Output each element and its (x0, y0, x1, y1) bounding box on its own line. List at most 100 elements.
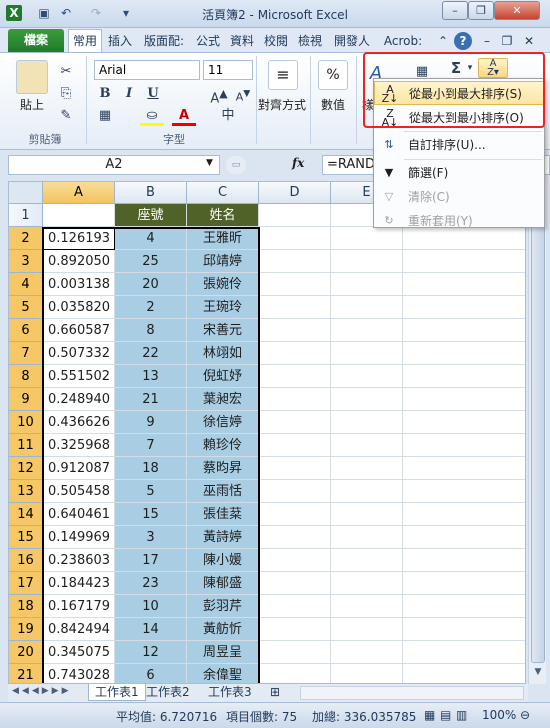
insert-function-button[interactable]: fx (292, 156, 314, 170)
sheet-nav-icon[interactable]: ◀◀◀▶▶▶ (12, 686, 72, 696)
cell-b[interactable]: 18 (115, 457, 187, 480)
cell-c[interactable]: 彭羽芹 (187, 595, 259, 618)
cell-f[interactable] (403, 365, 525, 388)
cell-b[interactable]: 17 (115, 549, 187, 572)
cell-d[interactable] (259, 365, 331, 388)
cell-d[interactable] (259, 595, 331, 618)
cell-b[interactable]: 25 (115, 250, 187, 273)
cell-a[interactable]: 0.505458 (43, 480, 115, 503)
cell-d[interactable] (259, 250, 331, 273)
cell-c[interactable]: 倪虹妤 (187, 365, 259, 388)
alignment-icon[interactable]: ≡ (268, 60, 298, 90)
cell-a[interactable]: 0.507332 (43, 342, 115, 365)
insert-sheet-icon[interactable]: ⊞ (264, 684, 286, 701)
cell-f[interactable] (403, 641, 525, 664)
cell-b[interactable]: 22 (115, 342, 187, 365)
cell-b[interactable]: 8 (115, 319, 187, 342)
cell-f[interactable] (403, 296, 525, 319)
cell-b[interactable]: 3 (115, 526, 187, 549)
row-header[interactable]: 15 (9, 526, 43, 549)
scroll-thumb[interactable] (531, 203, 545, 663)
cell-b[interactable]: 21 (115, 388, 187, 411)
file-tab[interactable]: 檔案 (8, 29, 64, 52)
cell-e[interactable] (331, 480, 403, 503)
menu-item-custom-sort[interactable]: ⇅ 自訂排序(U)... (374, 133, 544, 157)
cut-icon[interactable]: ✂ (56, 62, 76, 82)
cell-f[interactable] (403, 618, 525, 641)
close-doc-icon[interactable]: ✕ (522, 31, 536, 51)
collapse-ribbon-icon[interactable]: ⌃ (436, 31, 450, 51)
cell-c[interactable]: 余偉聖 (187, 664, 259, 683)
cell-b[interactable]: 9 (115, 411, 187, 434)
vertical-scrollbar[interactable]: ▲ ▼ (528, 181, 546, 684)
row-header[interactable]: 18 (9, 595, 43, 618)
cell-b1-header[interactable]: 座號 (115, 204, 187, 227)
cell-b[interactable]: 20 (115, 273, 187, 296)
cell-c[interactable]: 宋善元 (187, 319, 259, 342)
cell-c[interactable]: 張佳棻 (187, 503, 259, 526)
row-header[interactable]: 17 (9, 572, 43, 595)
cell-f[interactable] (403, 664, 525, 683)
cell-a[interactable]: 0.743028 (43, 664, 115, 683)
zoom-level[interactable]: 100% (482, 708, 516, 722)
sheet-tab-3[interactable]: 工作表3 (202, 684, 258, 701)
bold-button[interactable]: B (94, 84, 116, 104)
cell-b[interactable]: 5 (115, 480, 187, 503)
menu-item-reapply[interactable]: ↻ 重新套用(Y) (374, 209, 544, 233)
cell-e[interactable] (331, 503, 403, 526)
tab-formulas[interactable]: 公式 (192, 31, 224, 51)
column-header-a[interactable]: A (43, 182, 115, 204)
cell-a[interactable]: 0.167179 (43, 595, 115, 618)
cell-a1[interactable] (43, 204, 115, 227)
cell-d[interactable] (259, 296, 331, 319)
underline-button[interactable]: U (142, 84, 164, 104)
cell-f[interactable] (403, 526, 525, 549)
tab-data[interactable]: 資料 (226, 31, 258, 51)
cell-d[interactable] (259, 273, 331, 296)
cell-d[interactable] (259, 480, 331, 503)
number-button-label[interactable]: 數值 (312, 96, 354, 113)
cell-c[interactable]: 陳小媛 (187, 549, 259, 572)
cell-c[interactable]: 蔡昀昇 (187, 457, 259, 480)
help-icon[interactable]: ? (454, 32, 472, 50)
page-break-view-icon[interactable]: ▥ (456, 708, 467, 722)
cell-e[interactable] (331, 434, 403, 457)
cell-e[interactable] (331, 273, 403, 296)
cell-d1[interactable] (259, 204, 331, 227)
page-layout-view-icon[interactable]: ▤ (440, 708, 451, 722)
font-name-combo[interactable]: Arial (94, 60, 200, 80)
cell-e[interactable] (331, 549, 403, 572)
cell-e[interactable] (331, 296, 403, 319)
horizontal-scrollbar[interactable] (300, 686, 524, 700)
cell-c[interactable]: 王雅昕 (187, 227, 259, 250)
cell-c[interactable]: 邱靖婷 (187, 250, 259, 273)
cell-a[interactable]: 0.640461 (43, 503, 115, 526)
cell-d[interactable] (259, 572, 331, 595)
formula-bar-toggle-icon[interactable]: ▭ (226, 156, 246, 174)
cell-d[interactable] (259, 388, 331, 411)
cell-c[interactable]: 黃詩婷 (187, 526, 259, 549)
grow-font-icon[interactable]: A▲ (208, 84, 230, 106)
cell-e[interactable] (331, 664, 403, 683)
cell-b[interactable]: 6 (115, 664, 187, 683)
cell-d[interactable] (259, 434, 331, 457)
row-header[interactable]: 9 (9, 388, 43, 411)
select-all-corner[interactable] (9, 182, 43, 204)
cell-f[interactable] (403, 595, 525, 618)
cell-e[interactable] (331, 572, 403, 595)
worksheet-grid[interactable]: ABCDE 1 座號 姓名 2 0.126193 4 王雅昕 3 0.892050 25 邱靖婷 4 0… (8, 181, 526, 684)
row-header[interactable]: 14 (9, 503, 43, 526)
cell-a[interactable]: 0.325968 (43, 434, 115, 457)
paste-icon[interactable] (16, 60, 48, 94)
cell-c[interactable]: 黃舫忻 (187, 618, 259, 641)
cell-d[interactable] (259, 503, 331, 526)
alignment-button-label[interactable]: 對齊方式 (256, 96, 308, 113)
cell-a[interactable]: 0.238603 (43, 549, 115, 572)
tab-developer[interactable]: 開發人 (328, 31, 376, 51)
row-header[interactable]: 6 (9, 319, 43, 342)
tab-view[interactable]: 檢視 (294, 31, 326, 51)
sheet-tab-2[interactable]: 工作表2 (140, 684, 196, 701)
name-box-dropdown-icon[interactable]: ▼ (206, 158, 213, 168)
cell-c1-header[interactable]: 姓名 (187, 204, 259, 227)
cell-a[interactable]: 0.842494 (43, 618, 115, 641)
